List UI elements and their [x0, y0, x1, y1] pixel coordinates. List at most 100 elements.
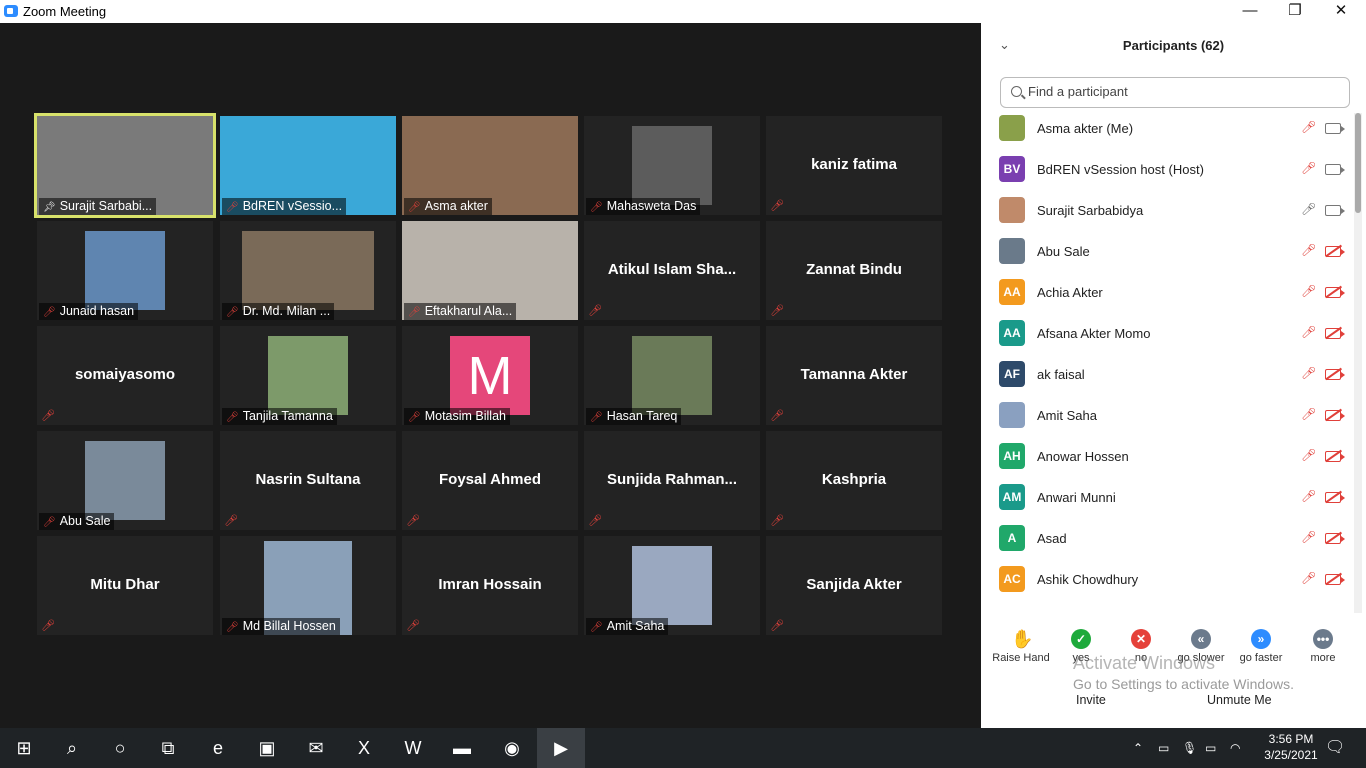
taskbar-excel-icon[interactable]: X	[340, 728, 388, 768]
reaction-raise-hand-button[interactable]: ✋ Raise Hand	[991, 621, 1051, 664]
participant-row[interactable]: Surajit Sarbabidya 🎤︎	[999, 195, 1345, 227]
video-off-icon[interactable]	[1325, 574, 1345, 585]
unmute-me-button[interactable]: Unmute Me	[1207, 693, 1272, 707]
muted-mic-icon: 🎤︎	[588, 515, 602, 527]
participant-avatar: AF	[999, 361, 1025, 387]
taskbar-zoom-icon[interactable]: ▶	[537, 728, 585, 768]
muted-mic-icon[interactable]: 🎤︎	[1301, 325, 1316, 339]
video-tile[interactable]: 🎤︎ Md Billal Hossen	[220, 536, 396, 635]
video-tile[interactable]: 🎤︎ Junaid hasan	[37, 221, 213, 320]
meet-now-icon[interactable]: ▭	[1158, 728, 1169, 768]
participant-row[interactable]: A Asad 🎤︎	[999, 523, 1345, 555]
muted-mic-icon[interactable]: 🎤︎	[1301, 407, 1316, 421]
muted-mic-icon[interactable]: 🎤︎	[1301, 366, 1316, 380]
taskbar-chrome-icon[interactable]: ◉	[488, 728, 536, 768]
video-tile[interactable]: kaniz fatima 🎤︎	[766, 116, 942, 215]
participant-row[interactable]: AM Anwari Munni 🎤︎	[999, 482, 1345, 514]
reaction-more-button[interactable]: ••• more	[1293, 621, 1353, 664]
muted-mic-icon[interactable]: 🎤︎	[1301, 448, 1316, 462]
participant-scrollbar[interactable]	[1354, 113, 1362, 613]
video-tile[interactable]: M 🎤︎ Motasim Billah	[402, 326, 578, 425]
participant-row[interactable]: AA Achia Akter 🎤︎	[999, 277, 1345, 309]
video-off-icon[interactable]	[1325, 492, 1345, 503]
video-off-icon[interactable]	[1325, 328, 1345, 339]
participant-name-text: Eftakharul Ala...	[424, 304, 513, 318]
video-tile[interactable]: 🎤︎ Amit Saha	[584, 536, 760, 635]
video-tile[interactable]: 🎤︎ Asma akter	[402, 116, 578, 215]
video-off-icon[interactable]	[1325, 451, 1345, 462]
participant-name-label: 📌︎ Surajit Sarbabi...	[39, 198, 157, 215]
minimize-button[interactable]: —	[1227, 0, 1273, 23]
video-tile[interactable]: 🎤︎ Eftakharul Ala...	[402, 221, 578, 320]
taskbar-task-view-icon[interactable]: ⧉	[144, 728, 192, 768]
video-tile[interactable]: Tamanna Akter 🎤︎	[766, 326, 942, 425]
video-tile[interactable]: Foysal Ahmed 🎤︎	[402, 431, 578, 530]
participant-row[interactable]: AC Ashik Chowdhury 🎤︎	[999, 564, 1345, 596]
video-camera-icon[interactable]	[1325, 205, 1345, 216]
video-tile[interactable]: 🎤︎ Tanjila Tamanna	[220, 326, 396, 425]
video-tile[interactable]: Zannat Bindu 🎤︎	[766, 221, 942, 320]
muted-mic-icon[interactable]: 🎤︎	[1301, 489, 1316, 503]
video-tile[interactable]: 🎤︎ Hasan Tareq	[584, 326, 760, 425]
muted-mic-icon[interactable]: 🎤︎	[1301, 571, 1316, 585]
video-tile[interactable]: somaiyasomo 🎤︎	[37, 326, 213, 425]
video-tile[interactable]: 🎤︎ BdREN vSessio...	[220, 116, 396, 215]
participant-row[interactable]: Amit Saha 🎤︎	[999, 400, 1345, 432]
video-tile[interactable]: Atikul Islam Sha... 🎤︎	[584, 221, 760, 320]
invite-button[interactable]: Invite	[1076, 693, 1106, 707]
muted-mic-icon[interactable]: 🎤︎	[1301, 284, 1316, 298]
video-tile[interactable]: Imran Hossain 🎤︎	[402, 536, 578, 635]
title-bar: Zoom Meeting — ❐ ✕	[0, 0, 1366, 23]
video-tile[interactable]: Nasrin Sultana 🎤︎	[220, 431, 396, 530]
video-tile[interactable]: 🎤︎ Abu Sale	[37, 431, 213, 530]
reaction-go-faster-button[interactable]: » go faster	[1231, 621, 1291, 664]
mic-icon[interactable]: 🎤︎	[1301, 202, 1316, 216]
maximize-button[interactable]: ❐	[1272, 0, 1318, 23]
video-off-icon[interactable]	[1325, 533, 1345, 544]
video-tile[interactable]: 🎤︎ Dr. Md. Milan ...	[220, 221, 396, 320]
muted-mic-icon[interactable]: 🎤︎	[1301, 530, 1316, 544]
video-off-icon[interactable]	[1325, 410, 1345, 421]
video-camera-icon[interactable]	[1325, 164, 1345, 175]
tray-chevron-icon[interactable]: ⌃	[1133, 728, 1143, 768]
participant-row[interactable]: AF ak faisal 🎤︎	[999, 359, 1345, 391]
battery-icon[interactable]: ▭	[1205, 728, 1216, 768]
video-off-icon[interactable]	[1325, 246, 1345, 257]
notifications-icon[interactable]: 🗨	[1325, 728, 1345, 768]
participant-row[interactable]: AA Afsana Akter Momo 🎤︎	[999, 318, 1345, 350]
muted-mic-icon[interactable]: 🎤︎	[1301, 161, 1316, 175]
muted-mic-icon[interactable]: 🎤︎	[1301, 120, 1316, 134]
taskbar-store-icon[interactable]: ▣	[243, 728, 291, 768]
microphone-icon[interactable]: 🎙	[1182, 728, 1197, 768]
video-tile[interactable]: Kashpria 🎤︎	[766, 431, 942, 530]
taskbar-cortana-icon[interactable]: ○	[96, 728, 144, 768]
participant-row[interactable]: BV BdREN vSession host (Host) 🎤︎	[999, 154, 1345, 186]
participant-search-input[interactable]: Find a participant	[1000, 77, 1350, 108]
video-tile[interactable]: 🎤︎ Mahasweta Das	[584, 116, 760, 215]
taskbar-word-icon[interactable]: W	[389, 728, 437, 768]
participant-name-label: 🎤︎ Asma akter	[404, 198, 492, 215]
system-clock[interactable]: 3:56 PM 3/25/2021	[1255, 731, 1327, 763]
video-tile[interactable]: Sunjida Rahman... 🎤︎	[584, 431, 760, 530]
video-tile[interactable]: Sanjida Akter 🎤︎	[766, 536, 942, 635]
taskbar-search-icon[interactable]: ⌕	[48, 728, 96, 768]
participant-row[interactable]: Asma akter (Me) 🎤︎	[999, 113, 1345, 145]
taskbar-edge-icon[interactable]: e	[194, 728, 242, 768]
wifi-icon[interactable]: ◠	[1230, 728, 1240, 768]
close-button[interactable]: ✕	[1318, 0, 1364, 23]
video-camera-icon[interactable]	[1325, 123, 1345, 134]
video-off-icon[interactable]	[1325, 369, 1345, 380]
video-tile[interactable]: Mitu Dhar 🎤︎	[37, 536, 213, 635]
video-tile[interactable]: 📌︎ Surajit Sarbabi...	[34, 113, 216, 218]
participant-row[interactable]: Abu Sale 🎤︎	[999, 236, 1345, 268]
taskbar-mail-icon[interactable]: ✉	[292, 728, 340, 768]
participant-profile-photo	[242, 231, 374, 310]
taskbar-explorer-icon[interactable]: ▬	[438, 728, 486, 768]
participant-row[interactable]: AH Anowar Hossen 🎤︎	[999, 441, 1345, 473]
scrollbar-thumb[interactable]	[1355, 113, 1361, 213]
muted-mic-icon[interactable]: 🎤︎	[1301, 243, 1316, 257]
taskbar-start-icon[interactable]: ⊞	[0, 728, 48, 768]
participant-name: Ashik Chowdhury	[1037, 572, 1139, 587]
video-off-icon[interactable]	[1325, 287, 1345, 298]
reaction-icon: •••	[1313, 629, 1333, 649]
